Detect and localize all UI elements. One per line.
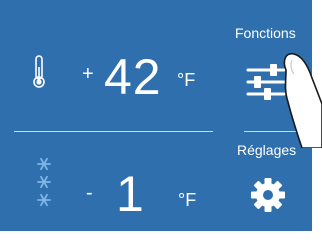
- freezer-temperature-unit: °F: [178, 190, 197, 210]
- functions-label: Fonctions: [235, 25, 296, 41]
- control-panel: + 42 °F - 1 °F Fonctions Réglages: [0, 0, 312, 231]
- fridge-temperature-unit: °F: [177, 70, 196, 90]
- fridge-temperature-display[interactable]: + 42 °F: [0, 0, 215, 128]
- freezer-temperature-value: 1: [116, 166, 145, 222]
- fridge-temperature-sign: +: [82, 63, 94, 85]
- pointing-hand: [272, 48, 322, 148]
- fridge-temperature-value: 42: [104, 49, 162, 105]
- control-screen: + 42 °F - 1 °F Fonctions Réglages: [0, 0, 322, 243]
- thermometer-icon: [31, 55, 47, 89]
- snowflake-icon: [36, 156, 52, 208]
- left-divider: [14, 131, 213, 132]
- gear-icon: [250, 177, 286, 213]
- freezer-temperature-display[interactable]: - 1 °F: [0, 133, 215, 231]
- freezer-temperature-sign: -: [86, 182, 93, 204]
